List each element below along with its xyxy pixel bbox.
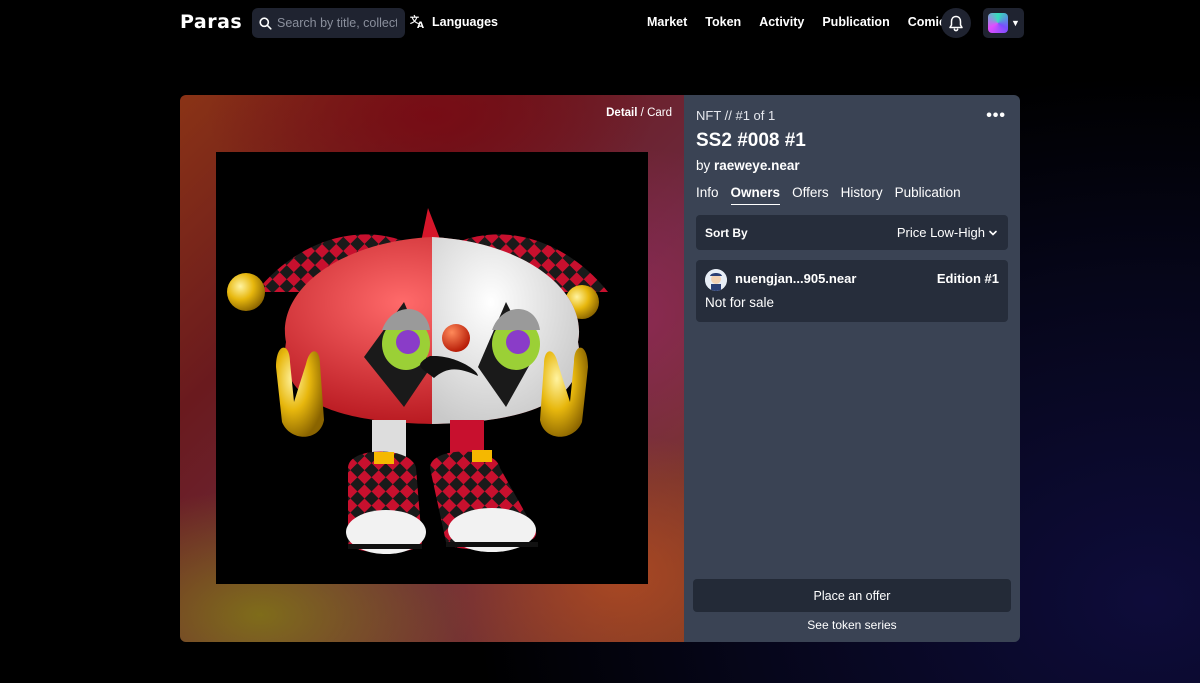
clown-character-image bbox=[227, 208, 608, 554]
tab-owners[interactable]: Owners bbox=[730, 185, 781, 205]
nav-token[interactable]: Token bbox=[705, 15, 741, 29]
artwork-panel: Detail / Card bbox=[180, 95, 684, 642]
sort-select[interactable]: Price Low-High bbox=[897, 225, 998, 240]
user-avatar bbox=[988, 13, 1008, 33]
translate-icon: 文A bbox=[410, 14, 424, 29]
paras-logo[interactable]: Paras bbox=[180, 11, 242, 33]
nft-artwork[interactable] bbox=[216, 152, 648, 584]
nft-info-panel: NFT // #1 of 1 ••• SS2 #008 #1 by raewey… bbox=[684, 95, 1020, 642]
search-box[interactable] bbox=[252, 8, 405, 38]
languages-label: Languages bbox=[432, 14, 498, 29]
search-icon bbox=[259, 16, 272, 30]
detail-tabs: Info Owners Offers History Publication bbox=[696, 185, 973, 205]
sort-label: Sort By bbox=[705, 225, 748, 240]
profile-menu-button[interactable]: ▼ bbox=[983, 8, 1024, 38]
see-token-series-link[interactable]: See token series bbox=[684, 618, 1020, 632]
bell-icon bbox=[949, 15, 963, 31]
nav-publication[interactable]: Publication bbox=[822, 15, 889, 29]
more-options-icon[interactable]: ••• bbox=[986, 107, 1006, 125]
view-card[interactable]: Card bbox=[647, 107, 672, 119]
creator-link[interactable]: raeweye.near bbox=[714, 158, 800, 173]
tab-info[interactable]: Info bbox=[696, 185, 719, 205]
sort-bar: Sort By Price Low-High bbox=[696, 215, 1008, 250]
search-input[interactable] bbox=[277, 16, 397, 30]
owner-card: nuengjan...905.near Edition #1 Not for s… bbox=[696, 260, 1008, 322]
by-prefix: by bbox=[696, 158, 711, 173]
nav-activity[interactable]: Activity bbox=[759, 15, 804, 29]
view-toggle: Detail / Card bbox=[606, 107, 672, 119]
owner-sale-status: Not for sale bbox=[705, 295, 775, 310]
owner-edition: Edition #1 bbox=[936, 271, 999, 286]
nft-edition-line: NFT // #1 of 1 bbox=[696, 108, 776, 123]
svg-text:A: A bbox=[417, 21, 424, 29]
place-offer-button[interactable]: Place an offer bbox=[693, 579, 1011, 612]
owner-name-link[interactable]: nuengjan...905.near bbox=[735, 271, 856, 286]
tab-offers[interactable]: Offers bbox=[792, 185, 829, 205]
nft-title: SS2 #008 #1 bbox=[696, 130, 806, 151]
tab-history[interactable]: History bbox=[841, 185, 883, 205]
chevron-down-icon bbox=[989, 230, 997, 236]
sort-value: Price Low-High bbox=[896, 225, 985, 240]
view-separator: / bbox=[640, 107, 644, 119]
tab-publication[interactable]: Publication bbox=[895, 185, 961, 205]
main-menu: Market Token Activity Publication Comics bbox=[647, 15, 971, 29]
view-detail[interactable]: Detail bbox=[606, 107, 637, 119]
owner-avatar[interactable] bbox=[705, 269, 727, 291]
notifications-button[interactable] bbox=[941, 8, 971, 38]
creator-line: by raeweye.near bbox=[696, 158, 800, 173]
languages-button[interactable]: 文A Languages bbox=[410, 14, 498, 29]
navbar: Paras 文A Languages Market Token Activity… bbox=[0, 0, 1200, 46]
nav-market[interactable]: Market bbox=[647, 15, 687, 29]
caret-down-icon: ▼ bbox=[1011, 18, 1020, 28]
